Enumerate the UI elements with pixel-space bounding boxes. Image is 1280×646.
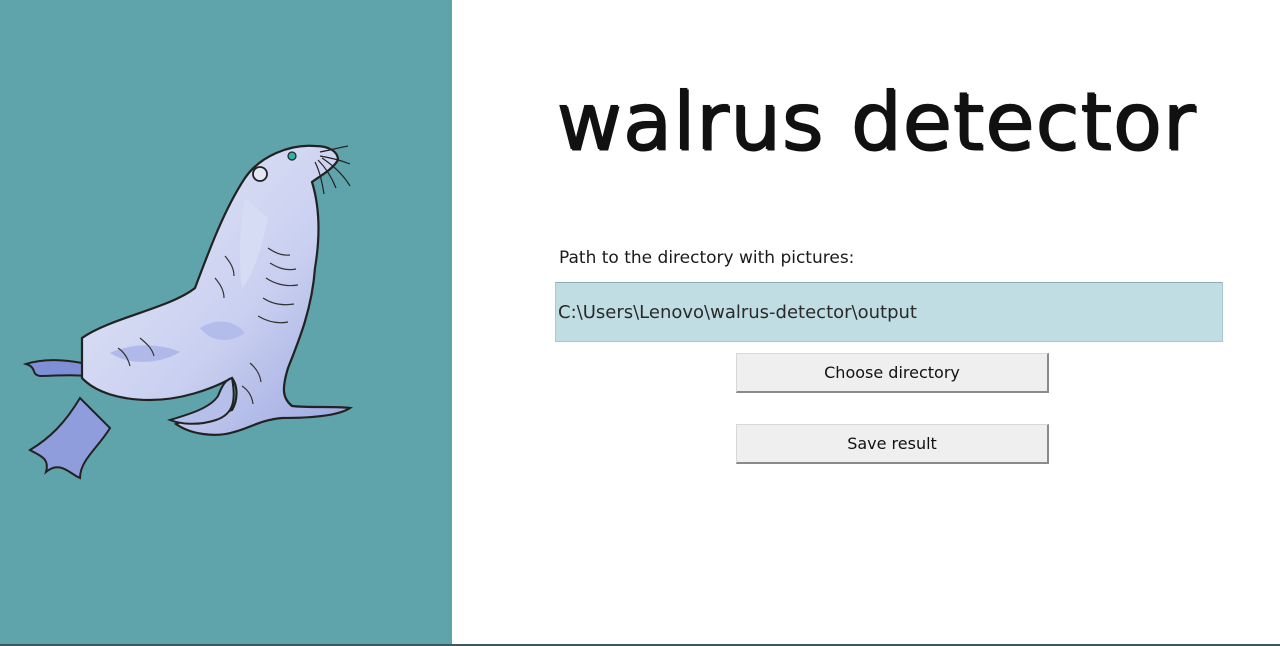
path-label: Path to the directory with pictures: bbox=[559, 248, 855, 268]
app-title: walrus detector bbox=[556, 75, 1197, 168]
choose-directory-button[interactable]: Choose directory bbox=[736, 353, 1049, 393]
illustration-panel bbox=[0, 0, 452, 646]
walrus-illustration-icon bbox=[22, 144, 354, 480]
save-result-button[interactable]: Save result bbox=[736, 424, 1049, 464]
main-panel: walrus detector Path to the directory wi… bbox=[452, 0, 1280, 646]
app-window: walrus detector Path to the directory wi… bbox=[0, 0, 1280, 646]
directory-path-input[interactable] bbox=[555, 282, 1223, 342]
